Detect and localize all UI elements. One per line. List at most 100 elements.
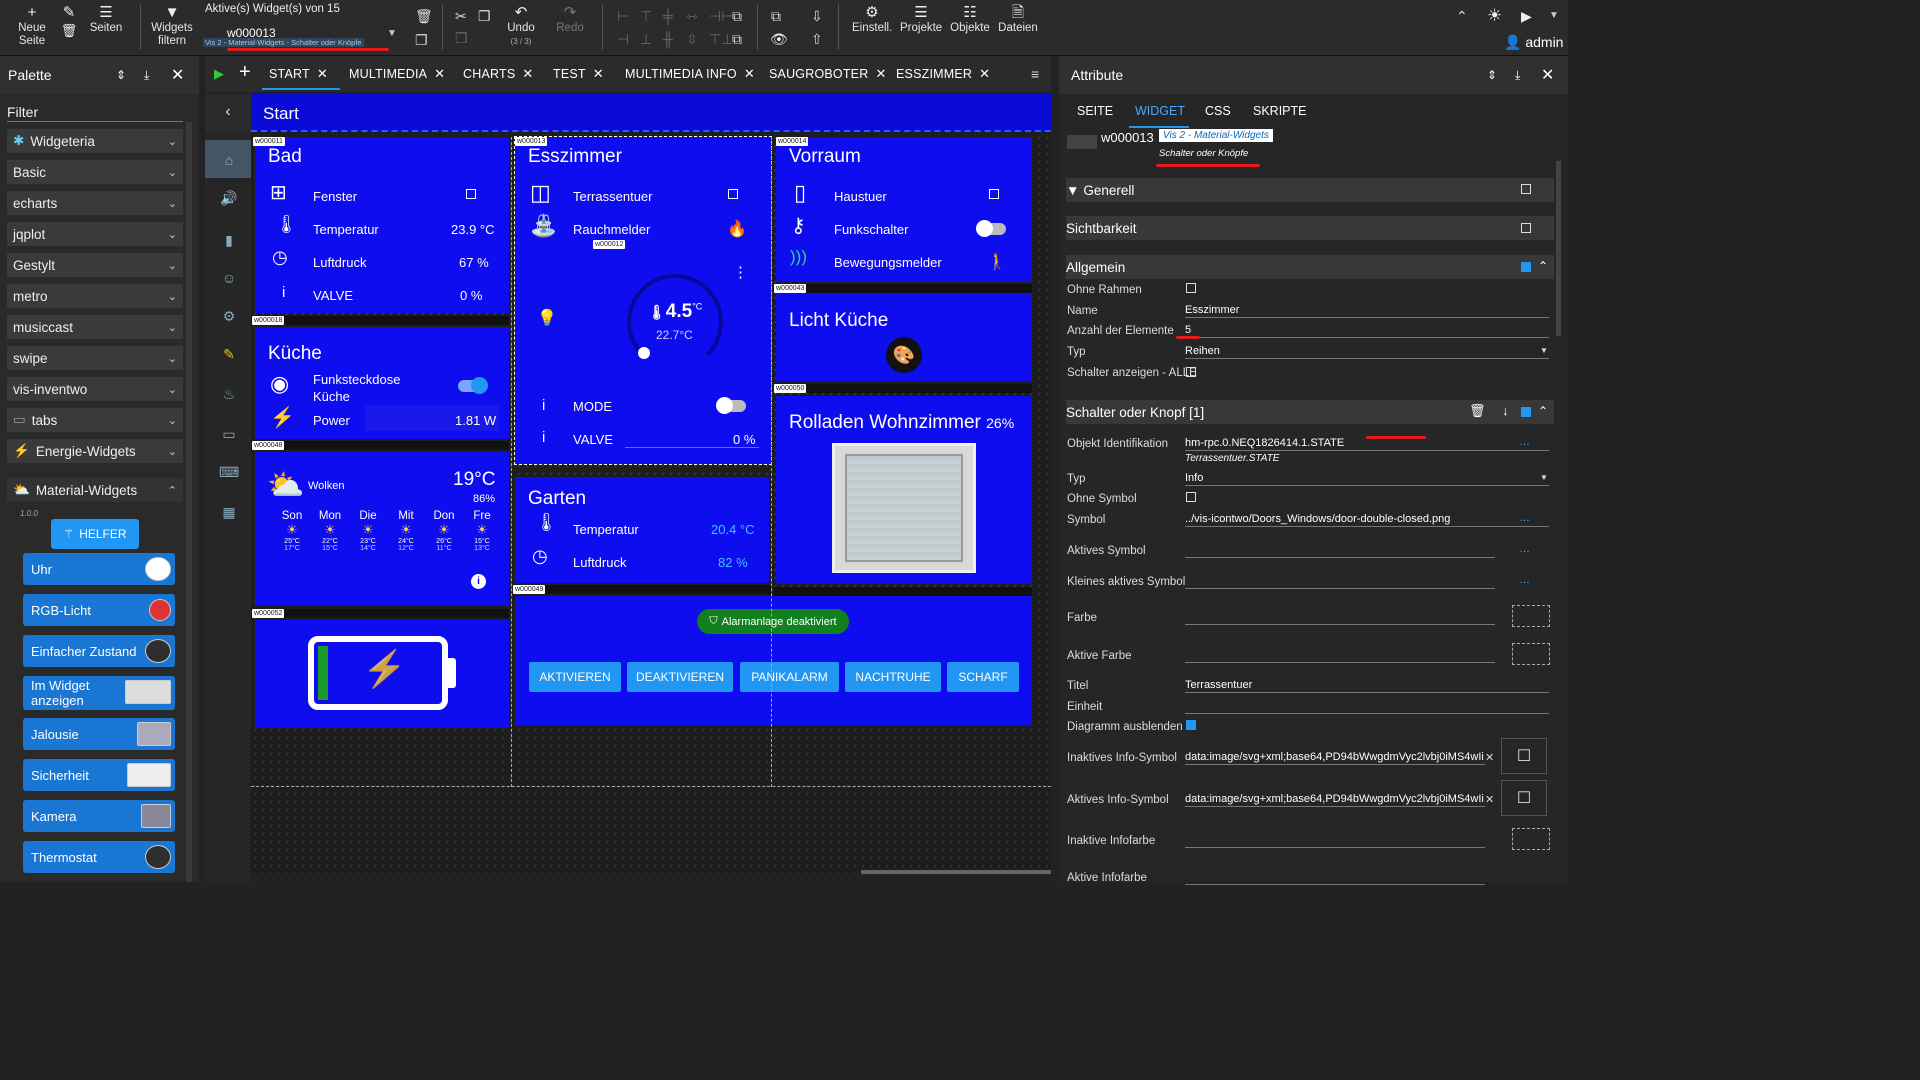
card-kueche[interactable]: Küche ◉ Funksteckdose Küche ⚡ Power 1.81…: [255, 327, 509, 439]
category-echarts[interactable]: echarts ⌄: [7, 191, 183, 215]
card-battery[interactable]: ⚡: [255, 620, 509, 728]
pages-button[interactable]: ☰ Seiten: [88, 4, 124, 35]
new-page-button[interactable]: + Neue Seite: [14, 4, 50, 48]
socket-toggle[interactable]: [458, 377, 488, 394]
close-icon[interactable]: ✕: [1541, 65, 1554, 85]
state-checkbox[interactable]: [466, 189, 476, 199]
projects-button[interactable]: ☰ Projekte: [900, 4, 942, 35]
paste-icon[interactable]: ❐: [455, 30, 468, 47]
card-weather[interactable]: ⛅ Wolken 19°C 86% i Son ☀ 25°C 17°C Mon ☀ 22°C…: [255, 452, 509, 606]
same-height-icon[interactable]: ⊤⊥: [709, 31, 733, 48]
card-rolladen[interactable]: Rolladen Wohnzimmer 26%: [776, 396, 1032, 584]
close-icon[interactable]: ✕: [593, 66, 604, 81]
color-picker[interactable]: [1512, 828, 1550, 850]
palette-widget-jalousie[interactable]: Jalousie: [23, 718, 175, 750]
building-icon[interactable]: ▦: [219, 504, 239, 520]
more-icon[interactable]: …: [1519, 543, 1530, 555]
show-all-checkbox[interactable]: [1186, 367, 1196, 377]
tv-icon[interactable]: ▭: [219, 426, 239, 442]
category-tabs[interactable]: ▭ tabs ⌄: [7, 408, 183, 432]
more-icon[interactable]: …: [1519, 436, 1530, 448]
category-vis-inventwo[interactable]: vis-inventwo ⌄: [7, 377, 183, 401]
ungroup-icon[interactable]: ⧉: [732, 31, 742, 48]
attr-input[interactable]: Terrassentuer: [1185, 679, 1485, 691]
section-schalter[interactable]: Schalter oder Knopf [1] 🗑 ↓ ⌃: [1066, 400, 1554, 424]
section-checkbox[interactable]: [1521, 407, 1531, 417]
clear-icon[interactable]: ✕: [1485, 793, 1494, 806]
speaker-icon[interactable]: 🔊: [219, 190, 239, 206]
deactivate-button[interactable]: DEAKTIVIEREN: [627, 662, 733, 692]
palette-widget-kamera[interactable]: Kamera: [23, 800, 175, 832]
collapse-icon[interactable]: ⤓: [144, 68, 149, 83]
distribute-h-icon[interactable]: ⇿: [686, 8, 698, 25]
eye-icon[interactable]: 👁: [770, 31, 788, 48]
section-sichtbarkeit[interactable]: Sichtbarkeit: [1066, 216, 1554, 240]
play-icon[interactable]: ▶: [1521, 8, 1532, 25]
chevron-down-icon[interactable]: ▼: [1540, 473, 1548, 482]
switch-toggle[interactable]: [976, 220, 1006, 237]
arm-button[interactable]: SCHARF: [947, 662, 1019, 692]
card-esszimmer[interactable]: w000013 Esszimmer ◫ Terrassentuer ⛲ Rauc…: [514, 136, 772, 465]
export-icon[interactable]: ⇧: [811, 31, 823, 48]
back-icon[interactable]: ‹: [205, 94, 251, 132]
chart-icon[interactable]: ▮: [219, 232, 239, 248]
attr-checkbox[interactable]: [1186, 720, 1196, 730]
attr-input[interactable]: hm-rpc.0.NEQ1826414.1.STATE: [1185, 437, 1485, 449]
keyboard-icon[interactable]: ⌨: [219, 464, 239, 480]
copy-icon[interactable]: ❐: [415, 32, 428, 49]
chevron-down-icon[interactable]: ▼: [1540, 346, 1548, 355]
tab-multimedia-info[interactable]: MULTIMEDIA INFO ✕: [625, 66, 755, 82]
files-button[interactable]: 🗎 Dateien: [998, 4, 1038, 35]
category-gestylt[interactable]: Gestylt ⌄: [7, 253, 183, 277]
category-swipe[interactable]: swipe ⌄: [7, 346, 183, 370]
type-select[interactable]: Reihen: [1185, 345, 1220, 357]
open-external-icon[interactable]: ⧉: [771, 8, 781, 25]
attr-input[interactable]: ../vis-icontwo/Doors_Windows/door-double…: [1185, 513, 1485, 525]
group-icon[interactable]: ⧉: [732, 8, 742, 25]
card-vorraum[interactable]: w000014 Vorraum ▯ Haustuer ⚷ Funkschalte…: [776, 137, 1032, 282]
name-input[interactable]: Esszimmer: [1185, 304, 1239, 316]
tab-charts[interactable]: CHARTS ✕: [463, 66, 533, 82]
heating-icon[interactable]: ♨: [219, 386, 239, 402]
palette-icon[interactable]: 🎨: [886, 337, 922, 373]
robot-icon[interactable]: ⚙: [219, 308, 239, 324]
section-generell[interactable]: ▼ Generell: [1066, 178, 1554, 202]
more-icon[interactable]: …: [1519, 512, 1530, 524]
home-icon[interactable]: ⌂: [219, 152, 239, 168]
symbol-preview-icon[interactable]: ☐: [1501, 738, 1547, 774]
category-material[interactable]: ⛅ Material-Widgets ⌃: [7, 478, 183, 502]
tab-widget[interactable]: WIDGET: [1135, 104, 1185, 118]
state-checkbox[interactable]: [989, 189, 999, 199]
helper-button[interactable]: ⚚ HELFER: [51, 519, 139, 549]
close-icon[interactable]: ✕: [317, 66, 328, 81]
category-energie[interactable]: ⚡ Energie-Widgets ⌄: [7, 439, 183, 463]
close-icon[interactable]: ✕: [171, 65, 184, 85]
widgets-filter-button[interactable]: ▼ Widgets filtern: [150, 4, 194, 48]
close-icon[interactable]: ✕: [434, 66, 445, 81]
import-icon[interactable]: ⇩: [811, 8, 823, 25]
same-width-icon[interactable]: ⊣⊢: [709, 8, 733, 25]
attr-scrollbar[interactable]: [1556, 161, 1561, 336]
collapse-icon[interactable]: ⤓: [1515, 68, 1520, 83]
card-licht-kueche[interactable]: Licht Küche 🎨: [776, 293, 1032, 381]
distribute-v-icon[interactable]: ⇳: [686, 31, 698, 48]
close-icon[interactable]: ✕: [979, 66, 990, 81]
section-allgemein[interactable]: Allgemein ⌃: [1066, 255, 1554, 279]
attr-input[interactable]: data:image/svg+xml;base64,PD94bWwgdmVyc2…: [1185, 751, 1485, 763]
close-icon[interactable]: ✕: [522, 66, 533, 81]
tab-multimedia[interactable]: MULTIMEDIA ✕: [349, 66, 445, 82]
expand-icon[interactable]: ⇕: [1487, 68, 1497, 82]
tab-start[interactable]: START ✕: [269, 66, 328, 82]
card-bad[interactable]: w000011 Bad ⊞ Fenster 🌡 Temperatur 23.9 …: [253, 137, 509, 313]
close-icon[interactable]: ✕: [875, 66, 886, 81]
palette-widget-state[interactable]: Einfacher Zustand: [23, 635, 175, 667]
symbol-preview-icon[interactable]: ☐: [1501, 780, 1547, 816]
palette-widget-uhr[interactable]: Uhr: [23, 553, 175, 585]
theme-icon[interactable]: ☀: [1487, 6, 1502, 26]
category-musiccast[interactable]: musiccast ⌄: [7, 315, 183, 339]
color-picker[interactable]: [1512, 643, 1550, 665]
edit-page-button[interactable]: ✎ 🗑: [60, 4, 78, 40]
chevron-up-icon[interactable]: ⌃: [1538, 404, 1548, 418]
canvas-scrollbar[interactable]: [861, 870, 1051, 874]
add-tab-icon[interactable]: +: [239, 61, 251, 84]
